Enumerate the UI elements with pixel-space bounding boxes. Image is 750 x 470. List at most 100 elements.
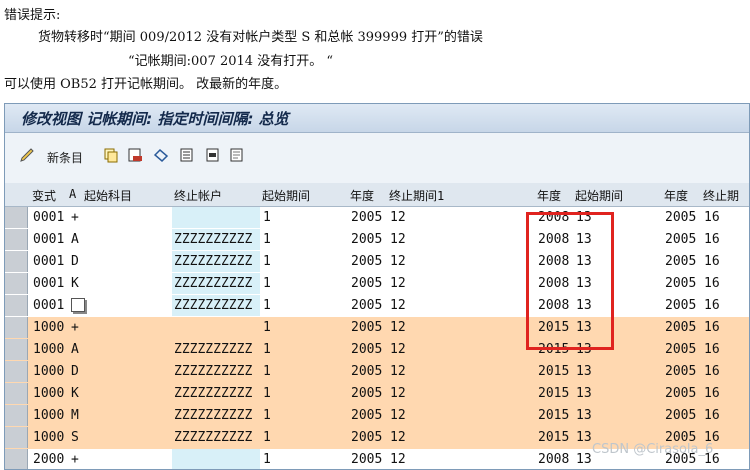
cell-year-1[interactable]: 2005 (351, 361, 388, 383)
cell-account-type[interactable]: K (71, 383, 85, 405)
cell-to-period-1[interactable]: 12 (390, 449, 536, 469)
cell-to-account[interactable]: ZZZZZZZZZZ (174, 405, 260, 427)
cell-to-period-2[interactable]: 16 (704, 317, 749, 339)
cell-from-period-1[interactable]: 1 (263, 295, 349, 317)
cell-account-type[interactable]: M (71, 405, 85, 427)
table-row[interactable]: 1000 K ZZZZZZZZZZ 1 2005 12 2015 13 2005 16 (5, 383, 749, 406)
cell-account-type[interactable]: + (71, 207, 85, 229)
cell-from-period-1[interactable]: 1 (263, 405, 349, 427)
cell-to-period-1[interactable]: 12 (390, 207, 536, 229)
cell-year-2[interactable]: 2015 (538, 427, 575, 449)
cell-from-account[interactable] (87, 361, 173, 383)
cell-year-1[interactable]: 2005 (351, 207, 388, 229)
cell-account-type[interactable]: + (71, 449, 85, 469)
cell-from-period-1[interactable]: 1 (263, 229, 349, 251)
cell-from-account[interactable] (87, 251, 173, 273)
cell-year-1[interactable]: 2005 (351, 251, 388, 273)
row-selector[interactable] (5, 207, 28, 228)
row-selector[interactable] (5, 449, 28, 469)
cell-account-type[interactable]: D (71, 361, 85, 383)
edit-icon[interactable] (19, 147, 35, 163)
col-year-2[interactable]: 年度 (537, 187, 561, 204)
cell-year-1[interactable]: 2005 (351, 295, 388, 317)
col-year-1[interactable]: 年度 (350, 187, 374, 204)
cell-year-1[interactable]: 2005 (351, 449, 388, 469)
cell-year-1[interactable]: 2005 (351, 317, 388, 339)
cell-to-account[interactable]: ZZZZZZZZZZ (174, 295, 260, 317)
cell-variant[interactable]: 0001 (33, 207, 69, 229)
row-selector[interactable] (5, 317, 28, 338)
cell-year-3[interactable]: 2005 (665, 229, 702, 251)
col-variant[interactable]: 变式 (32, 187, 56, 204)
copy-icon[interactable] (103, 147, 119, 163)
cell-from-account[interactable] (87, 317, 173, 339)
cell-from-period-1[interactable]: 1 (263, 317, 349, 339)
cell-year-1[interactable]: 2005 (351, 405, 388, 427)
cell-to-period-1[interactable]: 12 (390, 295, 536, 317)
cell-to-period-1[interactable]: 12 (390, 251, 536, 273)
cell-variant[interactable]: 0001 (33, 229, 69, 251)
cell-from-account[interactable] (87, 295, 173, 317)
col-from-account[interactable]: 起始科目 (84, 187, 132, 204)
cell-from-account[interactable] (87, 207, 173, 229)
row-selector[interactable] (5, 273, 28, 294)
delete-icon[interactable] (127, 147, 143, 163)
cell-from-account[interactable] (87, 449, 173, 469)
cell-to-period-2[interactable]: 16 (704, 251, 749, 273)
cell-year-1[interactable]: 2005 (351, 427, 388, 449)
table-row[interactable]: 0001 A ZZZZZZZZZZ 1 2005 12 2008 13 2005 16 (5, 229, 749, 252)
table-row[interactable]: 0001 D ZZZZZZZZZZ 1 2005 12 2008 13 2005 16 (5, 251, 749, 274)
col-to-period-1[interactable]: 终止期间1 (389, 187, 444, 204)
cell-from-period-2[interactable]: 13 (576, 361, 664, 383)
cell-from-period-1[interactable]: 1 (263, 383, 349, 405)
row-selector[interactable] (5, 361, 28, 382)
cell-to-account[interactable] (174, 207, 260, 229)
cell-variant[interactable]: 0001 (33, 251, 69, 273)
select-all-icon[interactable] (179, 147, 195, 163)
cell-year-2[interactable]: 2015 (538, 361, 575, 383)
row-selector[interactable] (5, 295, 28, 316)
cell-to-period-1[interactable]: 12 (390, 339, 536, 361)
cell-to-account[interactable]: ZZZZZZZZZZ (174, 273, 260, 295)
cell-from-account[interactable] (87, 273, 173, 295)
cell-to-period-1[interactable]: 12 (390, 405, 536, 427)
cell-account-type[interactable]: D (71, 251, 85, 273)
table-row[interactable]: 0001 ZZZZZZZZZZ 1 2005 12 2008 13 2005 16 (5, 295, 749, 318)
cell-year-2[interactable]: 2015 (538, 405, 575, 427)
cell-from-period-1[interactable]: 1 (263, 361, 349, 383)
table-row[interactable]: 1000 A ZZZZZZZZZZ 1 2005 12 2015 13 2005 16 (5, 339, 749, 362)
col-to-period-2[interactable]: 终止期 (703, 187, 739, 204)
table-row[interactable]: 1000 D ZZZZZZZZZZ 1 2005 12 2015 13 2005 16 (5, 361, 749, 384)
cell-from-period-2[interactable]: 13 (576, 405, 664, 427)
cell-to-account[interactable]: ZZZZZZZZZZ (174, 339, 260, 361)
cell-variant[interactable]: 2000 (33, 449, 69, 469)
cell-to-period-2[interactable]: 16 (704, 405, 749, 427)
col-from-period-1[interactable]: 起始期间 (262, 187, 310, 204)
cell-to-account[interactable]: ZZZZZZZZZZ (174, 427, 260, 449)
cell-account-type[interactable]: S (71, 427, 85, 449)
cell-year-1[interactable]: 2005 (351, 273, 388, 295)
row-selector[interactable] (5, 383, 28, 404)
cell-to-account[interactable] (174, 449, 260, 469)
cell-variant[interactable]: 1000 (33, 339, 69, 361)
cell-year-1[interactable]: 2005 (351, 229, 388, 251)
cell-from-period-1[interactable]: 1 (263, 427, 349, 449)
new-entries-button[interactable]: 新条目 (47, 149, 83, 166)
undo-icon[interactable] (153, 147, 169, 163)
cell-to-period-2[interactable]: 16 (704, 339, 749, 361)
cell-to-period-1[interactable]: 12 (390, 273, 536, 295)
cell-from-account[interactable] (87, 427, 173, 449)
row-selector[interactable] (5, 405, 28, 426)
cell-from-account[interactable] (87, 383, 173, 405)
cell-from-account[interactable] (87, 405, 173, 427)
cell-year-2[interactable]: 2008 (538, 449, 575, 469)
table-row[interactable]: 1000 +1 2005 12 2015 13 2005 16 (5, 317, 749, 340)
cell-account-type[interactable]: A (71, 229, 85, 251)
value-help-icon[interactable] (71, 298, 85, 312)
select-block-icon[interactable] (205, 147, 221, 163)
cell-year-3[interactable]: 2005 (665, 383, 702, 405)
cell-to-period-2[interactable]: 16 (704, 295, 749, 317)
col-year-3[interactable]: 年度 (664, 187, 688, 204)
cell-to-period-2[interactable]: 16 (704, 273, 749, 295)
cell-year-3[interactable]: 2005 (665, 339, 702, 361)
